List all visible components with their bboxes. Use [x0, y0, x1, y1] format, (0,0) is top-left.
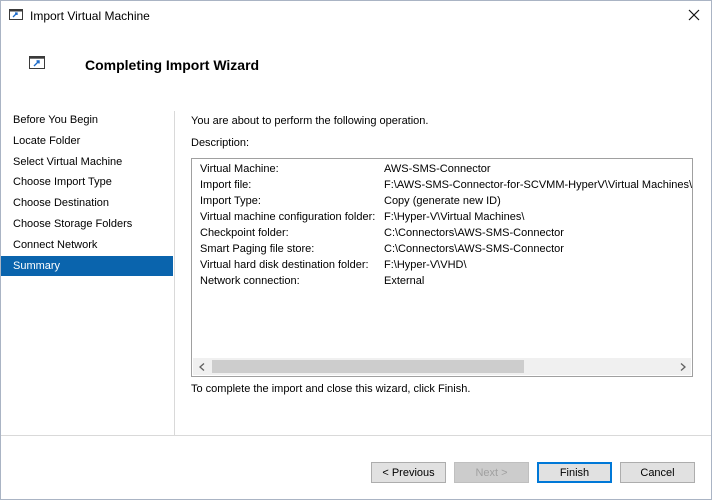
wizard-steps-nav: Before You Begin Locate Folder Select Vi…	[1, 110, 173, 277]
scrollbar-thumb[interactable]	[212, 360, 524, 373]
description-label: Description:	[191, 137, 250, 149]
title-bar: Import Virtual Machine	[1, 1, 711, 31]
row-key: Virtual hard disk destination folder:	[200, 259, 369, 271]
nav-item-select-virtual-machine[interactable]: Select Virtual Machine	[1, 152, 173, 173]
row-key: Import Type:	[200, 195, 261, 207]
nav-item-choose-import-type[interactable]: Choose Import Type	[1, 172, 173, 193]
row-key: Virtual machine configuration folder:	[200, 211, 376, 223]
finish-instruction: To complete the import and close this wi…	[191, 383, 471, 395]
intro-text: You are about to perform the following o…	[191, 115, 429, 127]
scroll-left-icon[interactable]	[193, 358, 210, 375]
nav-item-connect-network[interactable]: Connect Network	[1, 235, 173, 256]
row-key: Checkpoint folder:	[200, 227, 289, 239]
nav-item-before-you-begin[interactable]: Before You Begin	[1, 110, 173, 131]
row-key: Smart Paging file store:	[200, 243, 315, 255]
finish-button[interactable]: Finish	[537, 462, 612, 483]
nav-item-choose-destination[interactable]: Choose Destination	[1, 193, 173, 214]
horizontal-scrollbar[interactable]	[193, 358, 691, 375]
wizard-header: Completing Import Wizard	[1, 31, 711, 95]
description-box[interactable]: Virtual Machine: AWS-SMS-Connector Impor…	[191, 158, 693, 377]
import-vm-window: Import Virtual Machine Completing Import…	[0, 0, 712, 500]
scroll-right-icon[interactable]	[674, 358, 691, 375]
next-button[interactable]: Next >	[454, 462, 529, 483]
row-key: Network connection:	[200, 275, 300, 287]
nav-item-summary[interactable]: Summary	[1, 255, 173, 277]
row-value: Copy (generate new ID)	[384, 195, 501, 207]
close-icon[interactable]	[683, 5, 705, 25]
row-value: C:\Connectors\AWS-SMS-Connector	[384, 227, 564, 239]
nav-item-choose-storage-folders[interactable]: Choose Storage Folders	[1, 214, 173, 235]
nav-divider	[174, 111, 175, 435]
cancel-button[interactable]: Cancel	[620, 462, 695, 483]
row-key: Import file:	[200, 179, 252, 191]
previous-button[interactable]: < Previous	[371, 462, 446, 483]
footer-divider	[1, 435, 711, 436]
row-value: C:\Connectors\AWS-SMS-Connector	[384, 243, 564, 255]
row-key: Virtual Machine:	[200, 163, 279, 175]
row-value: F:\Hyper-V\VHD\	[384, 259, 467, 271]
row-value: F:\Hyper-V\Virtual Machines\	[384, 211, 525, 223]
window-app-icon	[9, 9, 23, 22]
row-value: AWS-SMS-Connector	[384, 163, 491, 175]
row-value: F:\AWS-SMS-Connector-for-SCVMM-HyperV\Vi…	[384, 179, 693, 191]
window-title: Import Virtual Machine	[30, 9, 150, 23]
row-value: External	[384, 275, 425, 287]
nav-item-locate-folder[interactable]: Locate Folder	[1, 131, 173, 152]
page-title: Completing Import Wizard	[85, 57, 260, 73]
import-wizard-icon	[29, 56, 45, 70]
